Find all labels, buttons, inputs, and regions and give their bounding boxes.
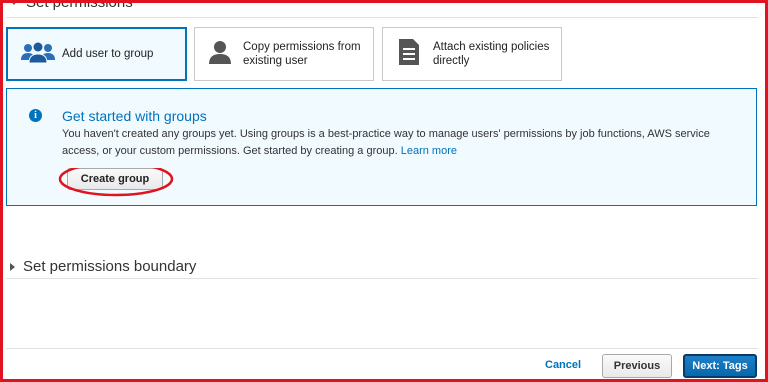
permissions-boundary-title: Set permissions boundary: [23, 258, 197, 275]
user-icon: [209, 40, 231, 69]
option-label: Attach existing policies directly: [433, 41, 550, 67]
info-body: You haven't created any groups yet. Usin…: [62, 128, 710, 157]
option-add-user-to-group[interactable]: Add user to group: [6, 27, 187, 81]
option-attach-policies[interactable]: Attach existing policies directly: [382, 27, 562, 81]
option-copy-permissions[interactable]: Copy permissions from existing user: [194, 27, 374, 81]
cancel-link[interactable]: Cancel: [545, 359, 581, 371]
option-label: Add user to group: [62, 48, 154, 60]
caret-down-icon: [10, 0, 18, 5]
next-tags-button[interactable]: Next: Tags: [683, 354, 757, 378]
option-label: Copy permissions from existing user: [243, 41, 361, 67]
info-text: You haven't created any groups yet. Usin…: [62, 126, 742, 160]
previous-button[interactable]: Previous: [602, 354, 672, 378]
caret-right-icon: [10, 262, 15, 271]
set-permissions-header[interactable]: Set permissions: [10, 0, 133, 11]
create-group-button[interactable]: Create group: [67, 168, 163, 190]
info-title: Get started with groups: [62, 108, 207, 124]
info-icon: i: [29, 109, 42, 122]
set-permissions-title: Set permissions: [26, 0, 133, 11]
get-started-info-box: i Get started with groups You haven't cr…: [6, 88, 757, 206]
document-icon: [399, 38, 419, 70]
users-icon: [20, 39, 56, 70]
permissions-boundary-header[interactable]: Set permissions boundary: [10, 258, 196, 275]
divider: [6, 278, 758, 279]
learn-more-link[interactable]: Learn more: [401, 145, 457, 157]
divider: [6, 17, 758, 18]
footer-divider: [6, 348, 758, 349]
